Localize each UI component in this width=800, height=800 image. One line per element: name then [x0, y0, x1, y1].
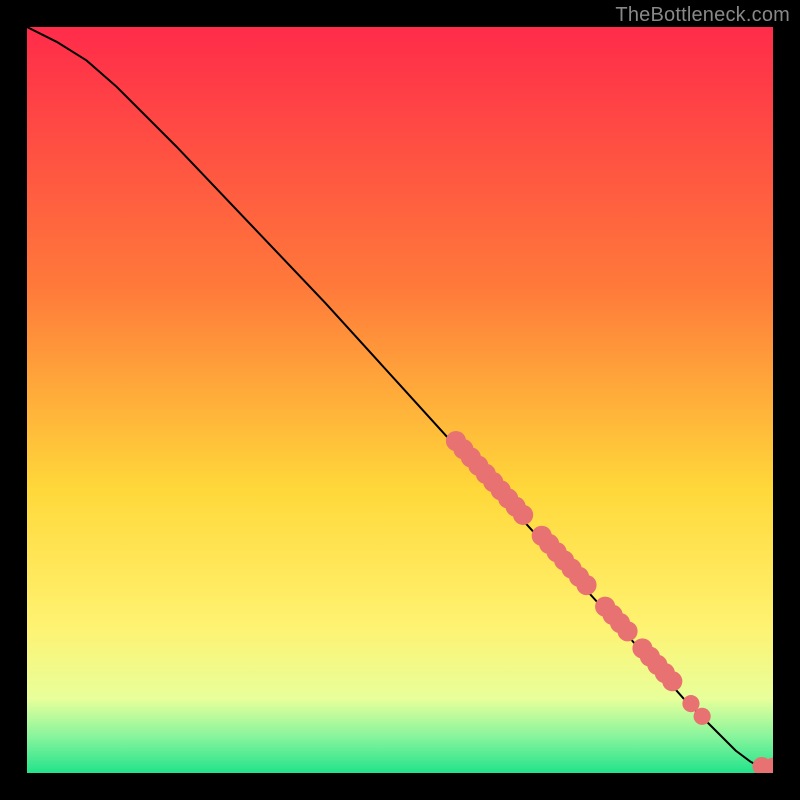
data-marker [662, 671, 682, 691]
data-marker [576, 575, 596, 595]
data-marker [617, 621, 637, 641]
plot-area [27, 27, 773, 773]
plot-svg [27, 27, 773, 773]
chart-stage: TheBottleneck.com [0, 0, 800, 800]
attribution-text: TheBottleneck.com [615, 4, 790, 27]
data-marker [513, 505, 533, 525]
data-marker [694, 708, 711, 725]
